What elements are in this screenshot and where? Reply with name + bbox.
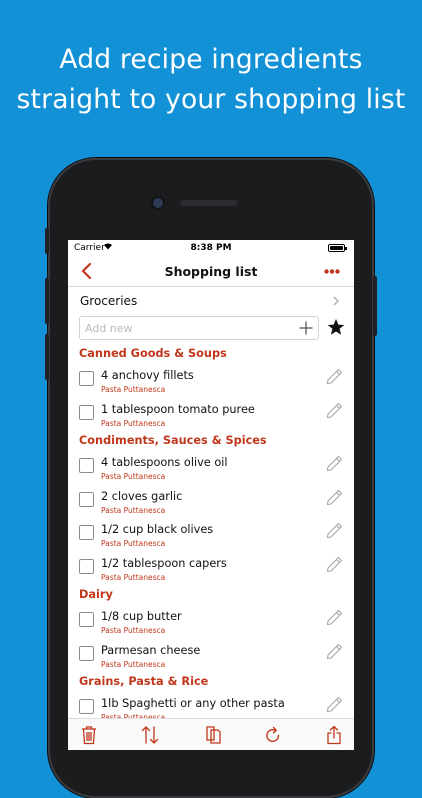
item-checkbox[interactable] (79, 525, 94, 540)
list-item[interactable]: 1 tablespoon tomato puree Pasta Puttanesc… (68, 398, 354, 432)
item-checkbox[interactable] (79, 612, 94, 627)
section-title: Dairy (79, 588, 113, 601)
item-checkbox[interactable] (79, 699, 94, 714)
item-name: 1 tablespoon tomato puree (101, 402, 255, 416)
navigation-bar: Shopping list (68, 258, 354, 287)
bottom-toolbar (68, 718, 354, 750)
pencil-icon[interactable] (325, 642, 344, 661)
item-recipe: Pasta Puttanesca (101, 385, 166, 394)
chevron-right-icon (333, 296, 339, 306)
item-name: 1/2 tablespoon capers (101, 556, 227, 570)
pencil-icon[interactable] (325, 695, 344, 714)
volume-down-button (45, 334, 49, 380)
item-checkbox[interactable] (79, 371, 94, 386)
power-button (373, 276, 377, 336)
list-item[interactable]: 1/2 cup black olives Pasta Puttanesca (68, 518, 354, 552)
section-title: Condiments, Sauces & Spices (79, 434, 267, 447)
earpiece-speaker (180, 200, 238, 206)
pencil-icon[interactable] (325, 367, 344, 386)
status-bar: Carrier 8:38 PM (68, 240, 354, 258)
item-checkbox[interactable] (79, 491, 94, 507)
list-item[interactable]: Parmesan cheese Pasta Puttanesca (68, 639, 354, 673)
item-recipe: Pasta Puttanesca (101, 418, 166, 428)
refresh-icon[interactable] (264, 725, 282, 745)
item-recipe: Pasta Puttanesca (101, 626, 166, 635)
copy-icon[interactable] (204, 725, 222, 745)
item-recipe: Pasta Puttanesca (101, 472, 166, 481)
list-item[interactable]: 1/2 tablespoon capers Pasta Puttanesca (68, 552, 354, 586)
item-name: 1/2 cup black olives (101, 523, 214, 536)
pencil-icon[interactable] (325, 521, 344, 540)
section-title: Grains, Pasta & Rice (79, 675, 209, 688)
status-time: 8:38 PM (190, 243, 232, 253)
item-recipe: Pasta Puttanesca (101, 539, 166, 548)
battery-icon (328, 244, 347, 252)
plus-icon[interactable] (299, 321, 313, 335)
page-title: Shopping list (164, 264, 258, 279)
pencil-icon[interactable] (325, 401, 344, 420)
list-item[interactable]: 2 cloves garlic Pasta Puttanesca (68, 485, 354, 519)
sort-arrows-icon[interactable] (141, 725, 159, 745)
mute-switch (45, 228, 49, 254)
shopping-list-content: Canned Goods & Soups 4 anchovy fillets Pas… (68, 344, 354, 718)
pencil-icon[interactable] (325, 488, 344, 507)
item-recipe: Pasta Puttanesca (101, 572, 166, 582)
list-selector[interactable]: Groceries (68, 287, 354, 313)
item-name: 1/8 cup butter (101, 610, 182, 623)
list-item[interactable]: 1lb Spaghetti or any other pasta Pasta Pu… (68, 692, 354, 718)
star-icon[interactable] (327, 318, 345, 336)
volume-up-button (45, 278, 49, 324)
list-item[interactable]: 1/8 cup butter Pasta Puttanesca (68, 605, 354, 639)
share-icon[interactable] (325, 725, 343, 745)
add-new-box (79, 316, 319, 340)
item-recipe: Pasta Puttanesca (101, 659, 166, 669)
item-checkbox[interactable] (79, 558, 94, 574)
trash-icon[interactable] (80, 725, 98, 745)
pencil-icon[interactable] (325, 608, 344, 627)
item-checkbox[interactable] (79, 404, 94, 420)
list-item[interactable]: 4 tablespoons olive oil Pasta Puttanesca (68, 451, 354, 485)
item-name: 2 cloves garlic (101, 489, 183, 503)
list-name: Groceries (80, 294, 138, 308)
headline-line-2: straight to your shopping list (16, 84, 406, 115)
item-checkbox[interactable] (79, 458, 94, 473)
item-name: 4 anchovy fillets (101, 369, 194, 382)
headline-line-1: Add recipe ingredients (59, 44, 363, 75)
item-checkbox[interactable] (79, 645, 94, 661)
app-screen: Carrier 8:38 PM Shopping list Groceries … (68, 240, 354, 750)
add-new-input[interactable] (80, 317, 295, 339)
item-name: 1lb Spaghetti or any other pasta (101, 697, 285, 710)
front-camera (153, 198, 163, 208)
pencil-icon[interactable] (325, 555, 344, 574)
item-name: Parmesan cheese (101, 643, 201, 657)
section-title: Canned Goods & Soups (79, 347, 227, 360)
item-name: 4 tablespoons olive oil (101, 456, 228, 469)
item-recipe: Pasta Puttanesca (101, 505, 166, 515)
list-item[interactable]: 4 anchovy fillets Pasta Puttanesca (68, 364, 354, 398)
pencil-icon[interactable] (325, 454, 344, 473)
more-dots-icon[interactable] (324, 269, 340, 274)
